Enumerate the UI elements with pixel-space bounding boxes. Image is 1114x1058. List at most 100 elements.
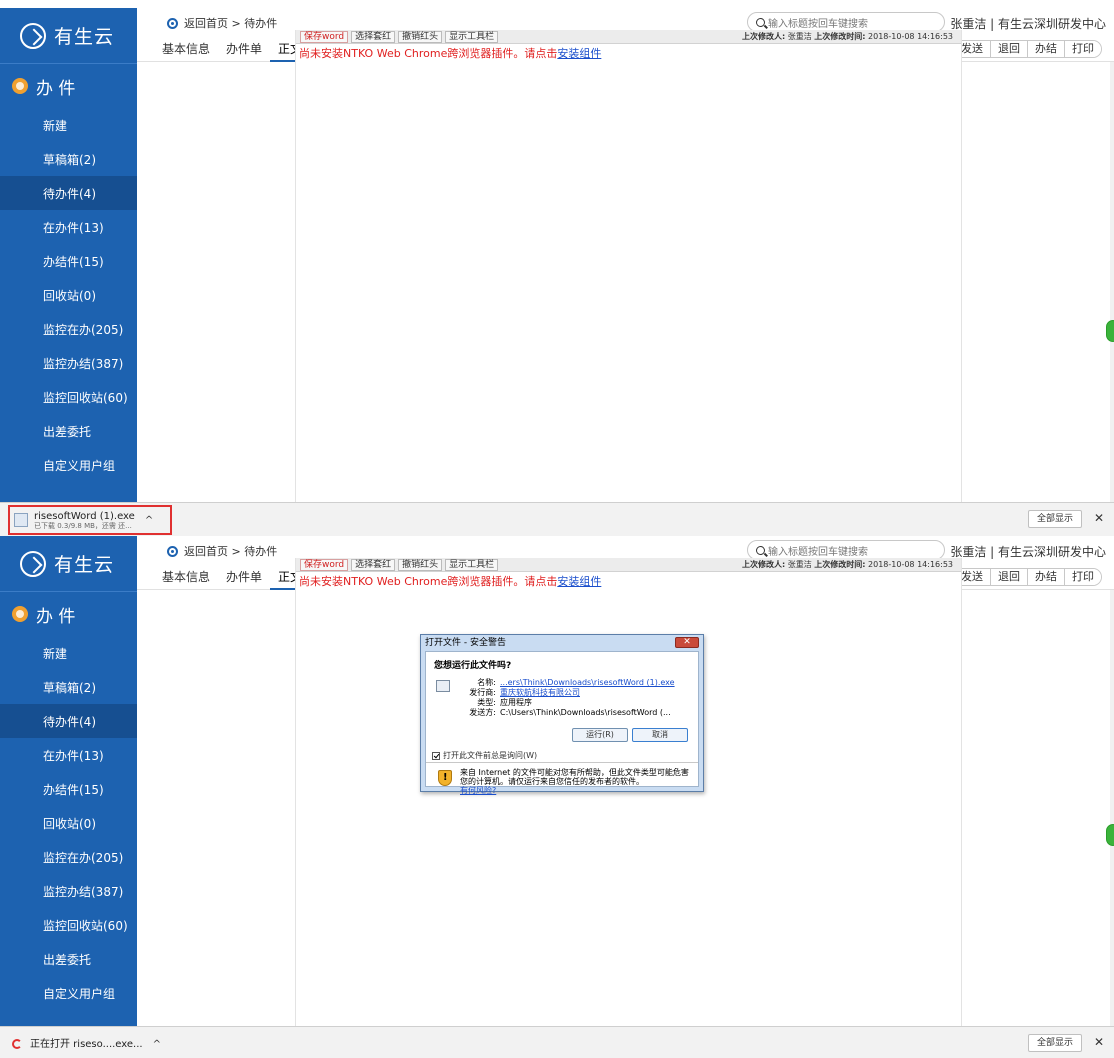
- breadcrumb[interactable]: 返回首页 > 待办件: [167, 543, 277, 559]
- sidebar-item[interactable]: 新建: [0, 108, 137, 142]
- file-name-link[interactable]: ...ers\Think\Downloads\risesoftWord (1).…: [500, 678, 675, 688]
- sidebar-item[interactable]: 待办件(4): [0, 704, 137, 738]
- doc-toolbar-button[interactable]: 显示工具栏: [445, 30, 499, 43]
- sidebar-item[interactable]: 出差委托: [0, 942, 137, 976]
- sidebar-item[interactable]: 新建: [0, 636, 137, 670]
- search-icon: [756, 545, 765, 555]
- download-item[interactable]: 正在打开 riseso....exe... ^: [8, 1029, 172, 1058]
- doc-toolbar-button[interactable]: 撤销红头: [398, 558, 443, 571]
- sidebar-item[interactable]: 监控办结(387): [0, 346, 137, 380]
- doc-toolbar-button[interactable]: 显示工具栏: [445, 558, 499, 571]
- user-info[interactable]: 张重洁 | 有生云深圳研发中心: [950, 15, 1106, 32]
- sidebar-item[interactable]: 回收站(0): [0, 278, 137, 312]
- sidebar-item[interactable]: 自定义用户组: [0, 976, 137, 1010]
- cancel-button[interactable]: 取消: [632, 728, 688, 742]
- sidebar-item[interactable]: 监控在办(205): [0, 312, 137, 346]
- side-float-button[interactable]: [1106, 824, 1114, 846]
- doc-meta: 上次修改人: 张重洁 上次修改时间: 2018-10-08 14:16:53: [742, 559, 953, 570]
- dialog-close-icon[interactable]: ✕: [675, 637, 699, 648]
- doc-toolbar-buttons: 保存word 选择套红 撤销红头 显示工具栏: [300, 30, 499, 43]
- file-source: C:\Users\Think\Downloads\risesoftWord (.…: [500, 708, 671, 717]
- toolbar-button[interactable]: 退回: [990, 569, 1027, 585]
- side-float-button[interactable]: [1106, 320, 1114, 342]
- show-all-button[interactable]: 全部显示: [1027, 510, 1082, 528]
- tab[interactable]: 基本信息: [154, 568, 218, 590]
- install-plugin-link[interactable]: 安装组件: [557, 575, 601, 588]
- tab[interactable]: 基本信息: [154, 40, 218, 62]
- sidebar-item[interactable]: 在办件(13): [0, 210, 137, 244]
- toolbar-button[interactable]: 打印: [1064, 569, 1101, 585]
- close-icon[interactable]: ✕: [1094, 1035, 1104, 1049]
- main-area: 返回首页 > 待办件 输入标题按回车键搜索 张重洁 | 有生云深圳研发中心 基本…: [137, 536, 1114, 1026]
- from-label: 发送方:: [469, 708, 496, 717]
- tab[interactable]: 办件单: [218, 40, 270, 62]
- logo[interactable]: 有生云: [0, 8, 137, 64]
- logo[interactable]: 有生云: [0, 536, 137, 592]
- logo-text: 有生云: [54, 554, 115, 576]
- sidebar-item[interactable]: 办结件(15): [0, 244, 137, 278]
- document-area: 保存word 选择套红 撤销红头 显示工具栏 上次修改人: 张重洁 上次修改时间: 2…: [295, 30, 962, 502]
- logo-icon: [20, 550, 46, 577]
- sidebar-item[interactable]: 回收站(0): [0, 806, 137, 840]
- dialog-titlebar[interactable]: 打开文件 - 安全警告 ✕: [421, 635, 703, 651]
- document-area: 保存word 选择套红 撤销红头 显示工具栏 上次修改人: 张重洁 上次修改时间: 2…: [295, 558, 962, 1026]
- toolbar-button[interactable]: 退回: [990, 41, 1027, 57]
- plugin-warning: 尚未安装NTKO Web Chrome跨浏览器插件。请点击安装组件: [296, 573, 961, 589]
- doc-toolbar-button[interactable]: 选择套红: [351, 558, 396, 571]
- plugin-warning-text: 尚未安装NTKO Web Chrome跨浏览器插件。请点击: [299, 575, 558, 588]
- risk-link[interactable]: 有何风险?: [460, 786, 496, 795]
- scrollbar[interactable]: [1110, 62, 1114, 502]
- toolbar-button[interactable]: 办结: [1027, 569, 1064, 585]
- sidebar-item[interactable]: 监控回收站(60): [0, 908, 137, 942]
- sidebar-item[interactable]: 监控在办(205): [0, 840, 137, 874]
- modifier-label: 上次修改人:: [741, 560, 786, 569]
- doc-toolbar-buttons: 保存word 选择套红 撤销红头 显示工具栏: [300, 558, 499, 571]
- toolbar-button[interactable]: 打印: [1064, 41, 1101, 57]
- run-button[interactable]: 运行(R): [572, 728, 628, 742]
- doc-toolbar-button[interactable]: 保存word: [300, 558, 349, 571]
- modified-time: 2018-10-08 14:16:53: [868, 560, 953, 569]
- logo-text: 有生云: [54, 26, 115, 48]
- sidebar-section-title: 办 件: [0, 64, 137, 108]
- risk-warning-text: 来自 Internet 的文件可能对您有所帮助，但此文件类型可能危害您的计算机。…: [460, 768, 689, 786]
- install-plugin-link[interactable]: 安装组件: [557, 47, 601, 60]
- sidebar-item[interactable]: 办结件(15): [0, 772, 137, 806]
- search-input[interactable]: 输入标题按回车键搜索: [747, 540, 945, 560]
- search-input[interactable]: 输入标题按回车键搜索: [747, 12, 945, 32]
- chevron-up-icon[interactable]: ^: [145, 515, 153, 526]
- always-ask-option[interactable]: 打开此文件前总是询问(W): [432, 750, 537, 761]
- doc-toolbar-button[interactable]: 选择套红: [351, 30, 396, 43]
- sidebar-item[interactable]: 待办件(4): [0, 176, 137, 210]
- always-ask-checkbox[interactable]: [432, 751, 440, 760]
- sidebar-item[interactable]: 草稿箱(2): [0, 670, 137, 704]
- scrollbar[interactable]: [1110, 590, 1114, 1026]
- file-type: 应用程序: [500, 698, 532, 707]
- sidebar: 有生云 办 件 新建 草稿箱(2) 待办件(4) 在办件(13) 办结件(15) 回收站(…: [0, 536, 137, 1026]
- publisher-link[interactable]: 重庆软航科技有限公司: [500, 688, 580, 698]
- sidebar-item[interactable]: 出差委托: [0, 414, 137, 448]
- tab[interactable]: 办件单: [218, 568, 270, 590]
- show-all-button[interactable]: 全部显示: [1027, 1034, 1082, 1052]
- doc-toolbar-button[interactable]: 保存word: [300, 30, 349, 43]
- sidebar-nav: 新建 草稿箱(2) 待办件(4) 在办件(13) 办结件(15) 回收站(0) 监控在办(2…: [0, 636, 137, 1010]
- location-pin-icon: [167, 545, 178, 557]
- download-filename: risesoftWord (1).exe: [34, 510, 135, 522]
- close-icon[interactable]: ✕: [1094, 511, 1104, 525]
- sidebar-item[interactable]: 自定义用户组: [0, 448, 137, 482]
- sidebar-item[interactable]: 监控回收站(60): [0, 380, 137, 414]
- shield-warning-icon: [438, 770, 452, 786]
- divider: [426, 762, 698, 763]
- sidebar-item[interactable]: 在办件(13): [0, 738, 137, 772]
- download-item[interactable]: risesoftWord (1).exe 已下载 0.3/9.8 MB，还需 还…: [8, 505, 172, 535]
- toolbar-button[interactable]: 办结: [1027, 41, 1064, 57]
- breadcrumb[interactable]: 返回首页 > 待办件: [167, 15, 277, 31]
- download-bar: 正在打开 riseso....exe... ^ 全部显示 ✕: [0, 1026, 1114, 1058]
- user-info[interactable]: 张重洁 | 有生云深圳研发中心: [950, 543, 1106, 560]
- plugin-warning: 尚未安装NTKO Web Chrome跨浏览器插件。请点击安装组件: [296, 45, 961, 61]
- section-label: 办 件: [36, 606, 76, 627]
- plugin-warning-text: 尚未安装NTKO Web Chrome跨浏览器插件。请点击: [299, 47, 558, 60]
- doc-toolbar-button[interactable]: 撤销红头: [398, 30, 443, 43]
- sidebar-item[interactable]: 监控办结(387): [0, 874, 137, 908]
- chevron-up-icon[interactable]: ^: [153, 1039, 161, 1050]
- sidebar-item[interactable]: 草稿箱(2): [0, 142, 137, 176]
